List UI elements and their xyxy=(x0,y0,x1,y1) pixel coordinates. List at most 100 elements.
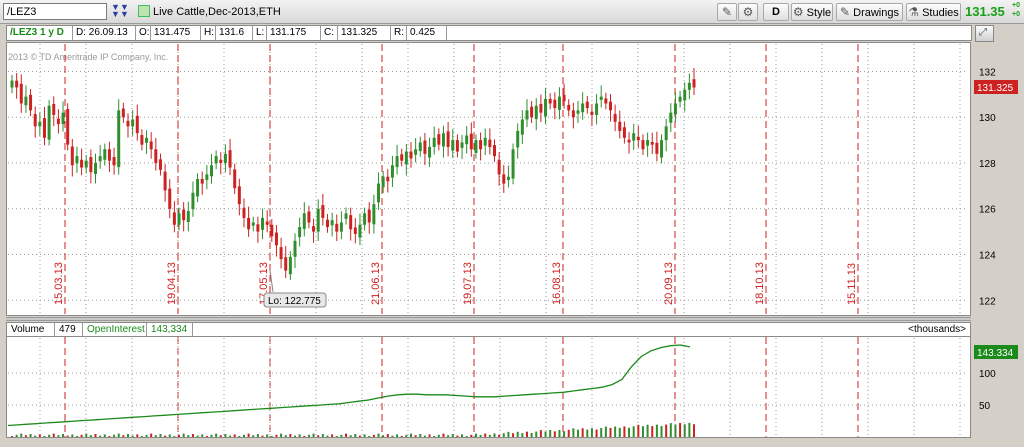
candle-body xyxy=(692,79,696,88)
expiry-date-label: 15.11.13 xyxy=(846,263,858,305)
expiry-date-label: 20.09.13 xyxy=(663,262,675,305)
volume-bar xyxy=(423,435,426,437)
volume-bar xyxy=(317,435,320,437)
candle-body xyxy=(632,133,636,141)
volume-bar xyxy=(75,436,78,437)
volume-bar xyxy=(99,435,102,437)
volume-bar xyxy=(52,433,55,437)
volume-bar xyxy=(224,434,227,437)
volume-bar xyxy=(15,434,18,437)
volume-bar xyxy=(173,436,176,437)
candle-body xyxy=(613,114,617,122)
candle-body xyxy=(511,149,515,179)
candle-body xyxy=(242,207,246,218)
volume-bar xyxy=(665,424,668,437)
candle-body xyxy=(506,176,510,180)
candle-body xyxy=(418,142,422,152)
candle-body xyxy=(608,101,612,111)
volume-bar xyxy=(247,433,250,437)
candle-body xyxy=(316,208,320,232)
candle-body xyxy=(274,232,278,246)
candle-body xyxy=(525,110,529,120)
candle-body xyxy=(437,134,441,145)
volume-bar xyxy=(178,434,181,437)
volume-bar xyxy=(358,435,361,437)
volume-bar xyxy=(363,434,366,437)
candle-body xyxy=(585,101,589,109)
volume-bar xyxy=(154,435,157,437)
candle-body xyxy=(534,105,538,120)
candle-body xyxy=(149,141,153,150)
volume-bar xyxy=(266,434,269,437)
volume-bar xyxy=(182,433,185,437)
candle-body xyxy=(251,222,255,226)
volume-bar xyxy=(38,434,41,437)
candle-body xyxy=(400,154,404,161)
volume-bar xyxy=(386,434,389,437)
volume-bar xyxy=(11,436,13,437)
volume-bar xyxy=(641,426,644,437)
volume-bar xyxy=(377,433,380,437)
candle-body xyxy=(140,135,144,145)
volume-bar xyxy=(637,424,640,437)
candle-body xyxy=(497,159,501,175)
volume-bar xyxy=(215,433,218,437)
volume-bar xyxy=(284,435,287,437)
chart-canvas: 15.03.13 19.04.13 17.05.13 21.06.13 19.07.13… xyxy=(7,44,1018,437)
candle-body xyxy=(469,133,473,150)
candle-body xyxy=(627,139,631,143)
volume-bar xyxy=(326,435,329,437)
volume-bar xyxy=(94,434,97,437)
volume-bar xyxy=(229,435,232,437)
price-tick-label: 124 xyxy=(979,251,996,262)
candle-body xyxy=(460,142,464,148)
volume-bar xyxy=(210,434,213,437)
candle-body xyxy=(493,145,497,157)
volume-bar xyxy=(493,433,496,437)
volume-bar xyxy=(521,433,524,437)
volume-bar xyxy=(275,434,278,437)
candles xyxy=(10,68,696,280)
price-badge-text: 131.325 xyxy=(977,83,1014,94)
candle-body xyxy=(223,153,227,163)
volume-bar xyxy=(219,435,222,437)
volume-bar xyxy=(400,436,403,437)
volume-bar xyxy=(62,434,65,437)
candle-body xyxy=(112,157,116,166)
volume-bar xyxy=(465,436,468,437)
candle-body xyxy=(186,211,190,223)
candle-body xyxy=(590,111,594,115)
candle-body xyxy=(237,186,241,205)
volume-bar xyxy=(24,435,27,437)
volume-bar xyxy=(507,431,510,437)
volume-bar xyxy=(372,434,375,437)
volume-bar xyxy=(512,433,515,437)
candle-body xyxy=(386,176,390,182)
candle-body xyxy=(284,257,288,271)
volume-bar xyxy=(498,434,501,437)
volume-bar xyxy=(553,431,556,437)
volume-bar xyxy=(71,434,74,437)
volume-bar xyxy=(85,433,88,437)
low-callout-text: Lo: 122.775 xyxy=(268,296,321,307)
volume-bar xyxy=(600,428,603,437)
volume-bar xyxy=(307,434,310,437)
volume-bar xyxy=(442,433,445,437)
volume-bar xyxy=(688,422,691,437)
candle-body xyxy=(107,149,111,161)
candle-body xyxy=(687,82,691,90)
candle-body xyxy=(126,120,130,127)
price-tick-label: 132 xyxy=(979,67,996,78)
volume-bar xyxy=(595,429,598,437)
candle-body xyxy=(409,151,413,159)
candle-body xyxy=(80,159,84,168)
candle-body xyxy=(293,240,297,257)
oi-badge-text: 143.334 xyxy=(977,348,1014,359)
price-badge: 131.325 xyxy=(974,80,1018,94)
volume-bar xyxy=(396,434,399,437)
volume-bar xyxy=(581,428,584,437)
volume-bar xyxy=(577,429,580,437)
volume-bar xyxy=(196,435,199,437)
volume-bar xyxy=(335,436,338,437)
candle-body xyxy=(683,89,687,101)
